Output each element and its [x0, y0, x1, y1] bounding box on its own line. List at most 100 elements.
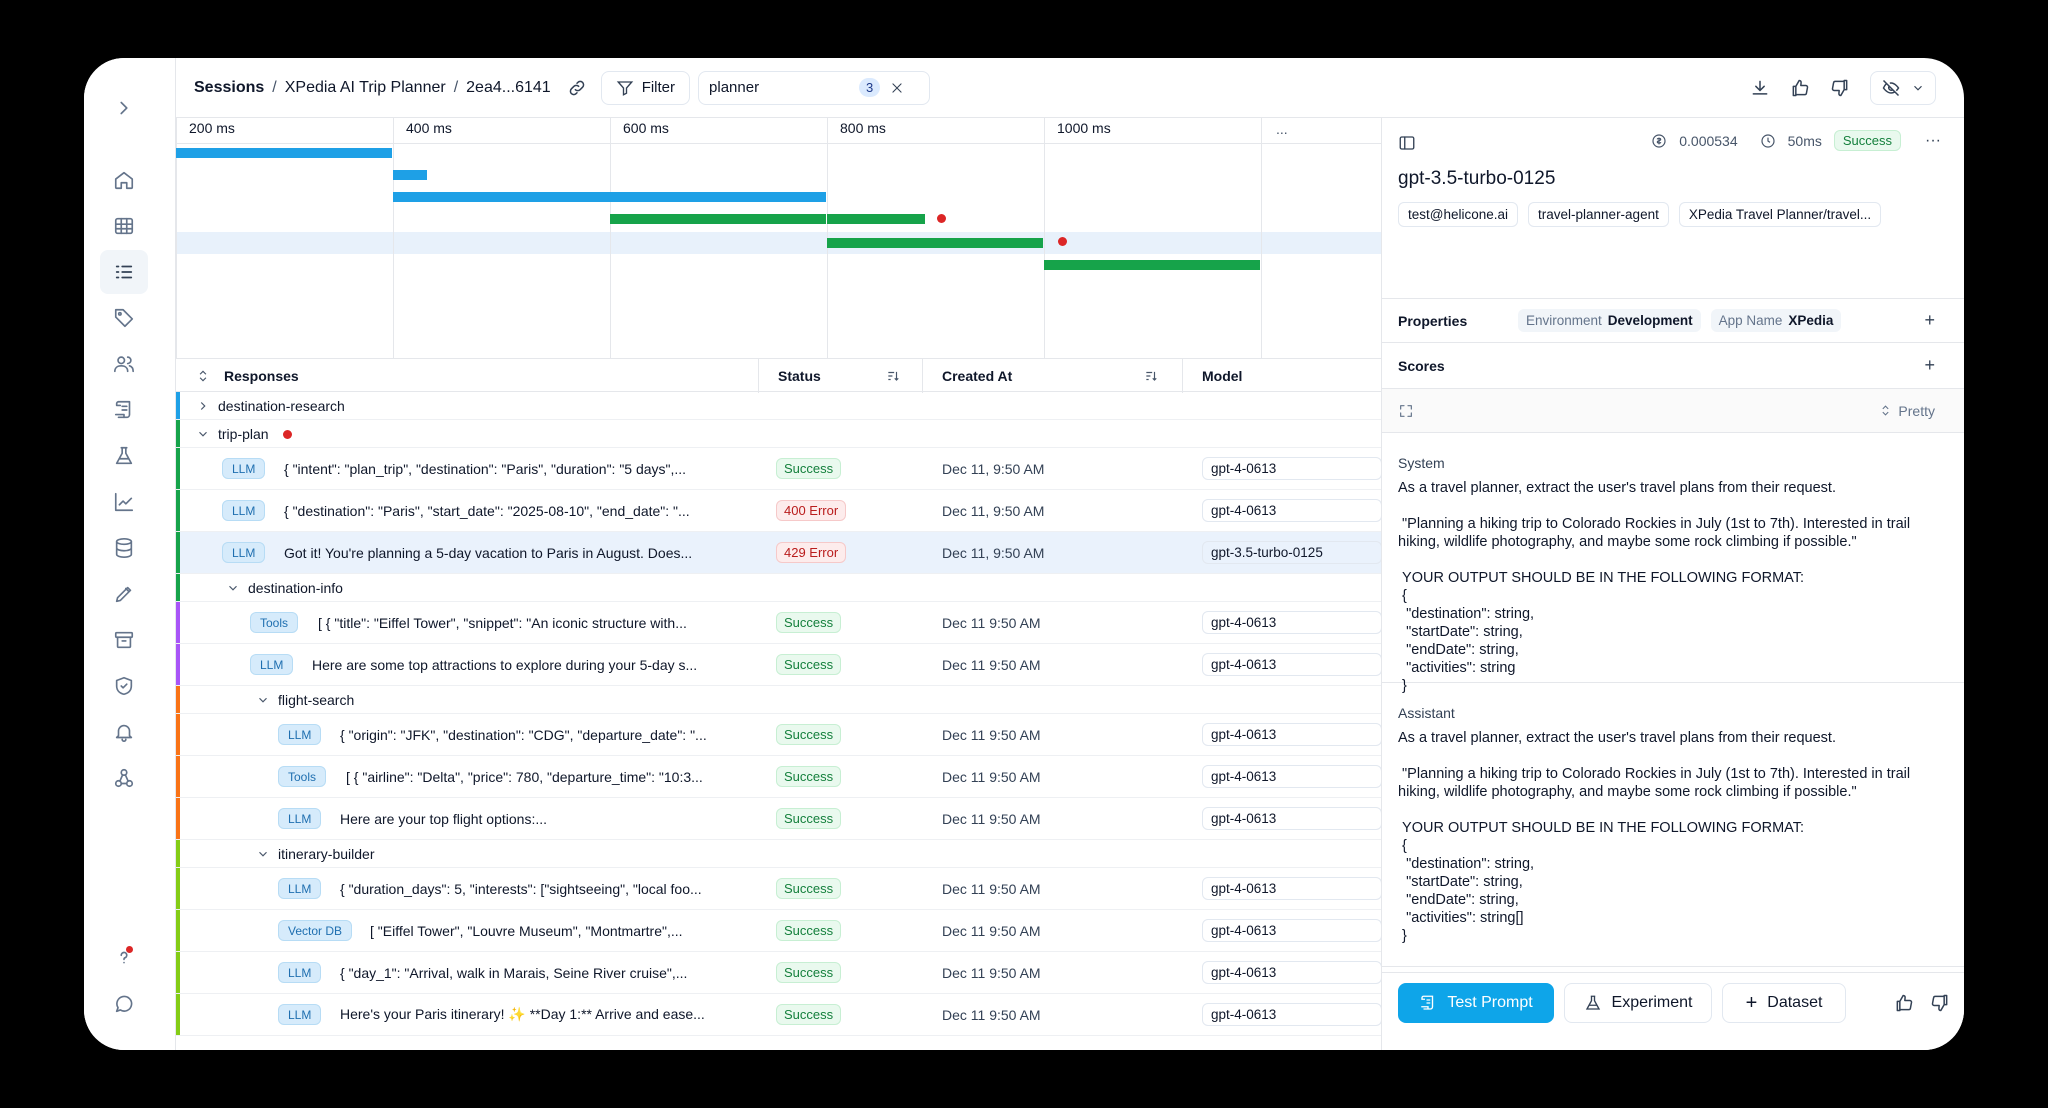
clear-search-button[interactable] — [890, 81, 904, 95]
nav-sessions[interactable] — [100, 250, 148, 294]
search-box[interactable]: 3 — [698, 70, 931, 105]
nav-datasets[interactable] — [100, 526, 148, 570]
type-chip: LLM — [278, 724, 322, 745]
table-row-selected[interactable]: LLM Got it! You're planning a 5-day vaca… — [176, 532, 1382, 574]
nav-security[interactable] — [100, 664, 148, 708]
type-chip: LLM — [278, 808, 322, 829]
more-options-button[interactable]: ··· — [1925, 132, 1941, 150]
download-button[interactable] — [1750, 78, 1770, 98]
copy-link-button[interactable] — [567, 78, 587, 98]
latency-value: 50ms — [1787, 132, 1822, 149]
nav-requests[interactable] — [100, 204, 148, 248]
nav-webhooks[interactable] — [100, 756, 148, 800]
model-badge: gpt-4-0613 — [1202, 1003, 1382, 1026]
thumbs-up-button[interactable] — [1790, 78, 1810, 98]
table-row[interactable]: LLM { "duration_days": 5, "interests": [… — [176, 868, 1382, 910]
column-model[interactable]: Model — [1202, 359, 1242, 393]
thumbs-down-button[interactable] — [1830, 78, 1850, 98]
column-responses[interactable]: Responses — [196, 359, 299, 393]
sort-icon[interactable] — [886, 369, 900, 383]
nav-prompts[interactable] — [100, 388, 148, 432]
type-chip: Vector DB — [278, 920, 353, 941]
nav-home[interactable] — [100, 158, 148, 202]
nav-users[interactable] — [100, 342, 148, 386]
table-row[interactable]: LLM { "intent": "plan_trip", "destinatio… — [176, 448, 1382, 490]
sort-icon[interactable] — [1144, 369, 1158, 383]
add-score-button[interactable]: + — [1924, 355, 1935, 376]
table-row[interactable]: LLM Here's your Paris itinerary! ✨ **Day… — [176, 994, 1382, 1036]
response-preview: [ { "title": "Eiffel Tower", "snippet": … — [318, 614, 687, 631]
response-preview: [ { "airline": "Delta", "price": 780, "d… — [346, 768, 703, 785]
add-property-button[interactable]: + — [1924, 310, 1935, 331]
timeline-span-bar[interactable] — [1044, 260, 1260, 270]
breadcrumb-sessions[interactable]: Sessions — [194, 79, 264, 97]
model-badge: gpt-4-0613 — [1202, 765, 1382, 788]
nav-experiments[interactable] — [100, 434, 148, 478]
timeline-span-bar[interactable] — [393, 170, 427, 180]
timeline-span-bar[interactable] — [827, 238, 1043, 248]
dataset-button[interactable]: + Dataset — [1722, 983, 1846, 1023]
expand-sidebar-button[interactable] — [100, 86, 148, 130]
pretty-toggle[interactable]: Pretty — [1879, 403, 1935, 419]
timeline-span-bar[interactable] — [393, 192, 826, 202]
timeline-span-bar[interactable] — [827, 214, 925, 224]
filter-button[interactable]: Filter — [600, 70, 691, 105]
properties-section: Properties Environment Development App Na… — [1382, 298, 1964, 342]
property-chip: Environment Development — [1518, 309, 1701, 332]
status-badge: Success — [776, 612, 842, 633]
type-chip: Tools — [250, 612, 299, 633]
rate-down-button[interactable] — [1930, 993, 1950, 1013]
breadcrumb-session-id: 2ea4...6141 — [466, 78, 551, 96]
response-preview: [ "Eiffel Tower", "Louvre Museum", "Mont… — [370, 922, 683, 939]
status-badge: Success — [776, 920, 842, 941]
nav-chat[interactable] — [100, 982, 148, 1026]
group-row-itinerary-builder[interactable]: itinerary-builder — [176, 840, 1381, 868]
nav-help[interactable] — [100, 936, 148, 980]
test-prompt-button[interactable]: Test Prompt — [1398, 983, 1554, 1023]
chevron-down-icon — [229, 585, 237, 591]
timeline-span-bar[interactable] — [176, 148, 392, 158]
expand-button[interactable] — [1398, 403, 1414, 419]
table-row[interactable]: LLM { "destination": "Paris", "start_dat… — [176, 490, 1382, 532]
toggle-panel-button[interactable] — [1398, 134, 1416, 152]
rate-up-button[interactable] — [1894, 993, 1914, 1013]
nav-properties[interactable] — [100, 296, 148, 340]
breadcrumb-session-name[interactable]: XPedia AI Trip Planner — [285, 79, 446, 97]
agent-tag[interactable]: travel-planner-agent — [1528, 202, 1669, 227]
visibility-dropdown[interactable] — [1870, 71, 1936, 105]
timeline-error-dot — [937, 214, 946, 223]
model-badge: gpt-4-0613 — [1202, 961, 1382, 984]
message-content: As a travel planner, extract the user's … — [1398, 480, 1911, 694]
table-row[interactable]: LLM Here are your top flight options:...… — [176, 798, 1382, 840]
app-window: Sessions / XPedia AI Trip Planner / 2ea4… — [84, 58, 1964, 1050]
nav-dashboard[interactable] — [100, 480, 148, 524]
table-row[interactable]: LLM { "day_1": "Arrival, walk in Marais,… — [176, 952, 1382, 994]
messages-list: System As a travel planner, extract the … — [1382, 432, 1964, 972]
group-row-trip-plan[interactable]: trip-plan — [176, 420, 1381, 448]
response-preview: { "origin": "JFK", "destination": "CDG",… — [340, 726, 707, 743]
created-at: Dec 11 9:50 AM — [942, 656, 1041, 673]
detail-header: 0.000534 50ms Success ··· gpt-3.5-turbo-… — [1382, 118, 1964, 298]
chevron-right-icon — [200, 402, 206, 410]
table-row[interactable]: Tools [ { "title": "Eiffel Tower", "snip… — [176, 602, 1382, 644]
thumbs-up-icon — [1792, 79, 1809, 97]
table-row[interactable]: Vector DB [ "Eiffel Tower", "Louvre Muse… — [176, 910, 1382, 952]
user-tag[interactable]: test@helicone.ai — [1398, 202, 1519, 227]
scroll-text-icon — [1421, 995, 1434, 1010]
experiment-button[interactable]: Experiment — [1564, 983, 1712, 1023]
timeline-span-bar[interactable] — [610, 214, 826, 224]
nav-cache[interactable] — [100, 618, 148, 662]
group-row-flight-search[interactable]: flight-search — [176, 686, 1381, 714]
column-created-at[interactable]: Created At — [942, 359, 1012, 393]
table-row[interactable]: LLM { "origin": "JFK", "destination": "C… — [176, 714, 1382, 756]
group-row-destination-info[interactable]: destination-info — [176, 574, 1381, 602]
column-status[interactable]: Status — [778, 359, 821, 393]
path-tag[interactable]: XPedia Travel Planner/travel... — [1678, 202, 1882, 227]
table-row[interactable]: Tools [ { "airline": "Delta", "price": 7… — [176, 756, 1382, 798]
search-input[interactable] — [709, 79, 860, 96]
table-row[interactable]: LLM Here are some top attractions to exp… — [176, 644, 1382, 686]
group-row-destination-research[interactable]: destination-research — [176, 392, 1381, 420]
timeline-more[interactable]: ... — [1276, 121, 1288, 137]
nav-alerts[interactable] — [100, 710, 148, 754]
nav-playground[interactable] — [100, 572, 148, 616]
